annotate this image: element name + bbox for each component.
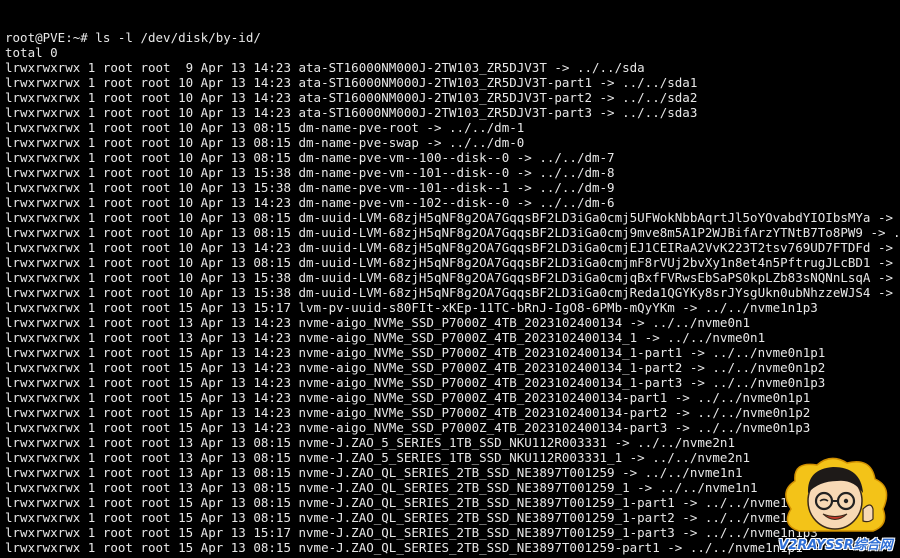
terminal-line: lrwxrwxrwx 1 root root 9 Apr 13 14:23 at… bbox=[5, 60, 645, 75]
terminal-line: lrwxrwxrwx 1 root root 10 Apr 13 14:23 d… bbox=[5, 240, 900, 255]
terminal-line: lrwxrwxrwx 1 root root 15 Apr 13 14:23 n… bbox=[5, 360, 826, 375]
terminal-line: lrwxrwxrwx 1 root root 15 Apr 13 14:23 n… bbox=[5, 390, 811, 405]
terminal-line: lrwxrwxrwx 1 root root 15 Apr 13 08:15 n… bbox=[5, 510, 818, 525]
terminal-line: lrwxrwxrwx 1 root root 10 Apr 13 08:15 d… bbox=[5, 120, 525, 135]
terminal-line: lrwxrwxrwx 1 root root 15 Apr 13 14:23 n… bbox=[5, 375, 826, 390]
terminal-line: lrwxrwxrwx 1 root root 10 Apr 13 14:23 a… bbox=[5, 90, 698, 105]
watermark: V2RAYSSR综合网 bbox=[773, 451, 898, 553]
terminal-line: lrwxrwxrwx 1 root root 15 Apr 13 14:23 n… bbox=[5, 405, 811, 420]
terminal-line: lrwxrwxrwx 1 root root 10 Apr 13 14:23 a… bbox=[5, 105, 698, 120]
terminal-line: lrwxrwxrwx 1 root root 10 Apr 13 14:23 a… bbox=[5, 75, 698, 90]
terminal-line: lrwxrwxrwx 1 root root 13 Apr 13 14:23 n… bbox=[5, 315, 751, 330]
terminal-line: lrwxrwxrwx 1 root root 13 Apr 13 14:23 n… bbox=[5, 330, 766, 345]
terminal-line: lrwxrwxrwx 1 root root 15 Apr 13 08:15 n… bbox=[5, 540, 803, 555]
terminal-line: lrwxrwxrwx 1 root root 15 Apr 13 15:17 n… bbox=[5, 525, 818, 540]
terminal-line: lrwxrwxrwx 1 root root 13 Apr 13 08:15 n… bbox=[5, 465, 743, 480]
terminal-line: lrwxrwxrwx 1 root root 10 Apr 13 14:23 d… bbox=[5, 195, 615, 210]
terminal-line: lrwxrwxrwx 1 root root 13 Apr 13 08:15 n… bbox=[5, 450, 751, 465]
terminal-line: lrwxrwxrwx 1 root root 10 Apr 13 08:15 d… bbox=[5, 210, 900, 225]
terminal-line: lrwxrwxrwx 1 root root 15 Apr 13 14:23 n… bbox=[5, 420, 811, 435]
terminal-line: lrwxrwxrwx 1 root root 13 Apr 13 08:15 n… bbox=[5, 480, 758, 495]
terminal-output: root@PVE:~# ls -l /dev/disk/by-id/total … bbox=[5, 30, 900, 555]
terminal-line: total 0 bbox=[5, 45, 58, 60]
terminal-line: lrwxrwxrwx 1 root root 10 Apr 13 08:15 d… bbox=[5, 255, 900, 270]
terminal-line: lrwxrwxrwx 1 root root 10 Apr 13 15:38 d… bbox=[5, 285, 900, 300]
terminal-line: lrwxrwxrwx 1 root root 10 Apr 13 15:38 d… bbox=[5, 180, 615, 195]
terminal-line: lrwxrwxrwx 1 root root 10 Apr 13 15:38 d… bbox=[5, 270, 900, 285]
watermark-text: V2RAYSSR综合网 bbox=[778, 538, 893, 553]
command-prompt-line: root@PVE:~# ls -l /dev/disk/by-id/ bbox=[5, 30, 261, 45]
terminal-line: lrwxrwxrwx 1 root root 15 Apr 13 08:15 n… bbox=[5, 495, 818, 510]
terminal-line: lrwxrwxrwx 1 root root 10 Apr 13 08:15 d… bbox=[5, 135, 525, 150]
terminal-line: lrwxrwxrwx 1 root root 10 Apr 13 08:15 d… bbox=[5, 225, 900, 240]
terminal-line: lrwxrwxrwx 1 root root 15 Apr 13 14:23 n… bbox=[5, 345, 826, 360]
terminal-window[interactable]: root@PVE:~# ls -l /dev/disk/by-id/total … bbox=[0, 0, 900, 555]
terminal-line: lrwxrwxrwx 1 root root 10 Apr 13 15:38 d… bbox=[5, 165, 615, 180]
terminal-line: lrwxrwxrwx 1 root root 10 Apr 13 08:15 d… bbox=[5, 150, 615, 165]
terminal-line: lrwxrwxrwx 1 root root 13 Apr 13 08:15 n… bbox=[5, 435, 735, 450]
terminal-line: lrwxrwxrwx 1 root root 15 Apr 13 15:17 l… bbox=[5, 300, 818, 315]
